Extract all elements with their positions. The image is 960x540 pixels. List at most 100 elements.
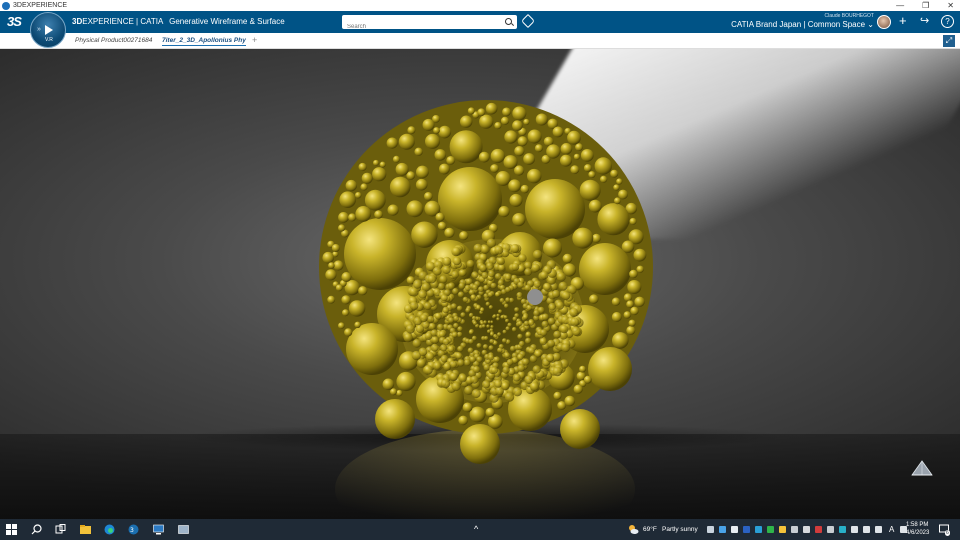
cavity-ball — [488, 345, 494, 351]
show-hidden-viewport-chevron[interactable]: ^ — [474, 524, 478, 534]
cavity-ball — [486, 324, 490, 329]
play-icon[interactable] — [45, 25, 53, 35]
task-view-icon[interactable] — [55, 524, 66, 535]
ime-indicator[interactable]: A — [889, 525, 894, 534]
compass-widget[interactable]: » V.R — [30, 12, 66, 48]
cavity-ball — [465, 307, 471, 313]
cavity-ball — [505, 286, 511, 293]
help-icon[interactable]: ? — [941, 15, 954, 28]
taskbar-search-icon[interactable] — [31, 524, 42, 535]
cavity-ball — [482, 380, 491, 389]
cavity-ball — [451, 270, 459, 279]
chevron-down-icon[interactable]: ⌄ — [867, 20, 874, 29]
minimize-button[interactable]: — — [896, 1, 904, 10]
tab-physical-product[interactable]: Physical Product00271684 — [75, 37, 152, 44]
cavity-ball — [525, 337, 532, 344]
cavity-ball — [468, 338, 474, 345]
search-input[interactable] — [342, 20, 492, 34]
cavity-ball — [517, 281, 524, 289]
cavity-ball — [541, 320, 549, 328]
tray-icon-2[interactable] — [719, 526, 726, 533]
windows-start-icon[interactable] — [6, 524, 17, 535]
sphere-ball — [425, 133, 440, 149]
tray-icon-5[interactable] — [755, 526, 762, 533]
tray-icon-10[interactable] — [815, 526, 822, 533]
cavity-ball — [516, 292, 523, 298]
cavity-ball — [540, 271, 549, 280]
sphere-ball — [373, 159, 379, 166]
cavity-ball — [440, 294, 448, 302]
svg-text:3: 3 — [130, 527, 134, 534]
sphere-ball — [387, 204, 399, 216]
avatar[interactable] — [877, 15, 891, 29]
sphere-ball — [395, 162, 409, 176]
sphere-ball — [433, 127, 440, 134]
edge-icon[interactable] — [104, 524, 115, 535]
clock-date[interactable]: 4/6/2023 — [906, 530, 929, 536]
search-icon[interactable] — [505, 18, 512, 25]
cavity-ball — [493, 314, 497, 318]
sphere-ball — [333, 260, 344, 271]
search-box[interactable] — [342, 15, 517, 34]
tray-icon-11[interactable] — [827, 526, 834, 533]
sphere-ball — [636, 265, 644, 273]
sphere-ball — [611, 312, 622, 322]
tray-icon-3[interactable] — [731, 526, 738, 533]
tray-icon-7[interactable] — [779, 526, 786, 533]
sphere-ball — [490, 164, 499, 173]
cavity-ball — [469, 356, 476, 363]
cavity-ball — [561, 343, 571, 353]
tray-icon-1[interactable] — [707, 526, 714, 533]
tray-icon-6[interactable] — [767, 526, 774, 533]
weather-icon[interactable] — [628, 524, 639, 535]
sphere-ball — [467, 107, 475, 115]
cavity-ball — [555, 301, 565, 310]
cavity-ball — [478, 286, 484, 293]
tag-icon[interactable] — [520, 13, 536, 29]
apollonius-sphere-model[interactable] — [0, 49, 960, 519]
remote-desktop-icon[interactable] — [153, 524, 164, 535]
sphere-ball — [415, 178, 428, 191]
weather-temperature[interactable]: 69°F — [643, 526, 657, 533]
tray-icon-12[interactable] — [839, 526, 846, 533]
tab-apollonius[interactable]: 7iter_2_3D_Apollonius Phy — [162, 37, 246, 46]
view-cube-icon[interactable] — [908, 457, 936, 477]
cavity-ball — [493, 334, 498, 339]
share-icon[interactable]: ↪ — [920, 14, 929, 28]
sphere-ball — [392, 155, 400, 163]
volume-icon[interactable] — [851, 526, 858, 533]
tray-icon-8[interactable] — [791, 526, 798, 533]
add-icon[interactable]: + — [899, 14, 907, 28]
file-explorer-icon[interactable] — [80, 524, 91, 535]
weather-description[interactable]: Partly sunny — [662, 526, 698, 533]
cavity-ball — [457, 359, 465, 367]
network-icon[interactable] — [863, 526, 870, 533]
sphere-ball — [358, 286, 368, 296]
sphere-ball — [460, 115, 473, 128]
cavity-ball — [409, 287, 419, 297]
3d-viewport[interactable] — [0, 49, 960, 519]
clock-time[interactable]: 1:58 PM — [906, 522, 928, 528]
tray-icon-word[interactable] — [743, 526, 750, 533]
cavity-ball — [522, 314, 529, 320]
3dexperience-app-icon[interactable]: 3 — [128, 524, 139, 535]
app-window-icon[interactable] — [178, 524, 189, 535]
cavity-ball — [506, 359, 514, 366]
add-tab-button[interactable]: + — [252, 35, 257, 45]
battery-icon[interactable] — [875, 526, 882, 533]
user-space-selector[interactable]: Claude BOURHEGOT CATIA Brand Japan | Com… — [731, 13, 874, 30]
cavity-ball — [458, 269, 467, 277]
sphere-ball — [525, 179, 585, 239]
sphere-ball — [364, 189, 386, 211]
tray-icon-9[interactable] — [803, 526, 810, 533]
sphere-ball — [512, 120, 523, 131]
cavity-ball — [416, 358, 426, 368]
restore-button[interactable]: ❐ — [922, 1, 929, 10]
close-button[interactable]: ✕ — [947, 1, 954, 10]
ds-logo-icon[interactable]: 3S — [7, 14, 22, 29]
expand-icon[interactable]: ⤢ — [943, 35, 955, 47]
cavity-ball — [458, 282, 466, 290]
sphere-ball — [562, 253, 573, 264]
sphere-ball — [386, 137, 398, 149]
sphere-ball — [374, 210, 383, 219]
